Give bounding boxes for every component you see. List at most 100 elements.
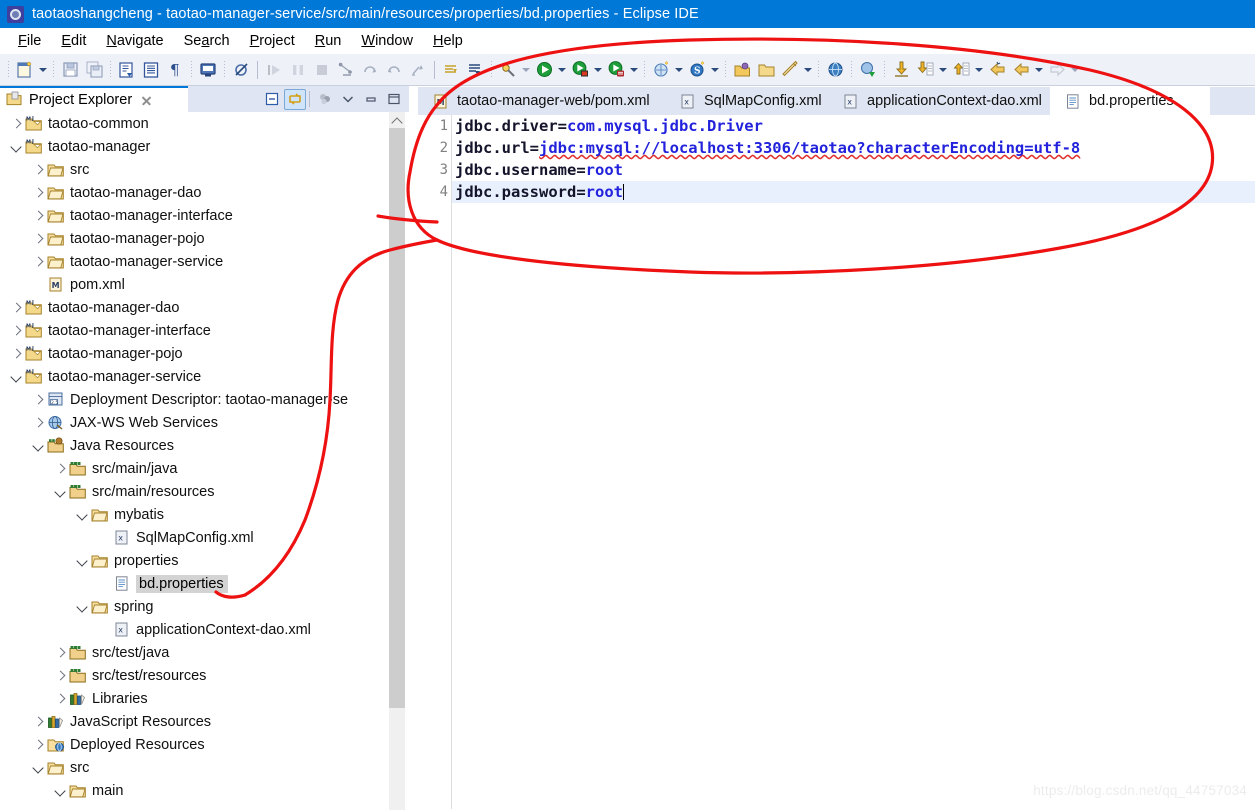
new-wizard-icon[interactable] [14, 59, 36, 81]
open-console-icon[interactable] [197, 59, 219, 81]
chevron-right-icon[interactable] [8, 112, 24, 135]
maximize-button[interactable] [383, 89, 405, 110]
import-caret[interactable] [937, 60, 948, 80]
code-line[interactable]: jdbc.password=root [452, 181, 1255, 203]
debug-icon[interactable] [533, 59, 555, 81]
chevron-right-icon[interactable] [8, 319, 24, 342]
tree-item[interactable]: src/test/resources [0, 664, 389, 687]
suspend-icon[interactable] [287, 59, 309, 81]
editor-tab[interactable]: bd.properties [1050, 87, 1210, 115]
code-line[interactable]: jdbc.username=root [452, 159, 1255, 181]
step-return-icon[interactable] [383, 59, 405, 81]
tree-item[interactable]: x applicationContext-dao.xml [0, 618, 389, 641]
tab-project-explorer[interactable]: Project Explorer [0, 86, 188, 112]
tree-item[interactable]: M Jtaotao-common [0, 112, 389, 135]
search-caret[interactable] [802, 60, 813, 80]
close-icon[interactable] [140, 94, 153, 107]
menu-window[interactable]: Window [351, 31, 423, 51]
chevron-right-icon[interactable] [30, 250, 46, 273]
chevron-right-icon[interactable] [8, 342, 24, 365]
run-as-server-icon[interactable] [605, 59, 627, 81]
next-annotation-icon[interactable] [440, 59, 462, 81]
export-caret[interactable] [973, 60, 984, 80]
tree-item[interactable]: properties [0, 549, 389, 572]
tree-item[interactable]: taotao-manager-dao [0, 181, 389, 204]
forward-caret[interactable] [1069, 60, 1080, 80]
chevron-right-icon[interactable] [52, 687, 68, 710]
chevron-right-icon[interactable] [30, 710, 46, 733]
open-resource-icon[interactable] [755, 59, 777, 81]
chevron-right-icon[interactable] [52, 641, 68, 664]
menu-help[interactable]: Help [423, 31, 473, 51]
editor-tab[interactable]: x applicationContext-dao.xml [828, 87, 1050, 115]
tree-item[interactable]: 2.5 Deployment Descriptor: taotao-manager… [0, 388, 389, 411]
menu-file[interactable]: File [8, 31, 51, 51]
save-all-icon[interactable] [83, 59, 105, 81]
tree-item[interactable]: M Jtaotao-manager-service [0, 365, 389, 388]
open-type-icon[interactable] [731, 59, 753, 81]
chevron-right-icon[interactable] [30, 411, 46, 434]
chevron-right-icon[interactable] [52, 664, 68, 687]
menu-run[interactable]: Run [305, 31, 352, 51]
tree-item[interactable]: src/main/resources [0, 480, 389, 503]
code-area[interactable]: jdbc.driver=com.mysql.jdbc.Driver jdbc.ur… [452, 115, 1255, 809]
tree-item[interactable]: x SqlMapConfig.xml [0, 526, 389, 549]
run-icon[interactable] [569, 59, 591, 81]
external-tools-icon[interactable] [497, 59, 519, 81]
open-perspective-icon[interactable] [857, 59, 879, 81]
chevron-down-icon[interactable] [8, 365, 24, 388]
new-java-project-icon[interactable] [650, 59, 672, 81]
code-line[interactable]: jdbc.url=jdbc:mysql://localhost:3306/tao… [452, 137, 1255, 159]
tree-item[interactable]: M Jtaotao-manager-dao [0, 296, 389, 319]
build-icon[interactable] [116, 59, 138, 81]
previous-annotation-icon[interactable] [464, 59, 486, 81]
chevron-down-icon[interactable] [74, 503, 90, 526]
tree-item[interactable]: src/test/java [0, 641, 389, 664]
import-icon[interactable] [890, 59, 912, 81]
chevron-down-icon[interactable] [52, 779, 68, 802]
link-with-editor-button[interactable] [284, 88, 306, 110]
tree-item[interactable]: spring [0, 595, 389, 618]
back-icon[interactable] [986, 59, 1008, 81]
back-caret[interactable] [1033, 60, 1044, 80]
chevron-down-icon[interactable] [74, 549, 90, 572]
import-with-options-icon[interactable] [914, 59, 936, 81]
tree-item[interactable]: src/main/java [0, 457, 389, 480]
chevron-down-icon[interactable] [30, 756, 46, 779]
chevron-down-icon[interactable] [52, 480, 68, 503]
step-into-icon[interactable] [335, 59, 357, 81]
new-dropdown-caret[interactable] [37, 60, 48, 80]
tree-item[interactable]: bd.properties [0, 572, 389, 595]
editor-tab[interactable]: Mtaotao-manager-web/pom.xml [418, 87, 665, 115]
scroll-thumb[interactable] [389, 128, 405, 708]
new-spring-caret[interactable] [709, 60, 720, 80]
forward-icon[interactable] [1046, 59, 1068, 81]
tree-item[interactable]: Mpom.xml [0, 273, 389, 296]
save-icon[interactable] [59, 59, 81, 81]
terminate-icon[interactable] [311, 59, 333, 81]
chevron-right-icon[interactable] [30, 388, 46, 411]
editor-tab[interactable]: x SqlMapConfig.xml [665, 87, 828, 115]
run-as-server-caret[interactable] [628, 60, 639, 80]
step-over-icon[interactable] [359, 59, 381, 81]
chevron-right-icon[interactable] [30, 204, 46, 227]
tree-item[interactable]: Deployed Resources [0, 733, 389, 756]
tree-item[interactable]: M Jtaotao-manager [0, 135, 389, 158]
open-web-browser-icon[interactable] [824, 59, 846, 81]
tree-item[interactable]: mybatis [0, 503, 389, 526]
minimize-button[interactable] [360, 89, 382, 110]
tree-item[interactable]: taotao-manager-pojo [0, 227, 389, 250]
back-history-icon[interactable] [1010, 59, 1032, 81]
chevron-right-icon[interactable] [8, 296, 24, 319]
run-caret[interactable] [592, 60, 603, 80]
tree-item[interactable]: main [0, 779, 389, 802]
show-whitespace-icon[interactable]: ¶ [164, 59, 186, 81]
chevron-down-icon[interactable] [74, 595, 90, 618]
editor-body[interactable]: 1234 jdbc.driver=com.mysql.jdbc.Driver jd… [418, 115, 1255, 809]
tree-item[interactable]: taotao-manager-interface [0, 204, 389, 227]
tree-item[interactable]: Java Resources [0, 434, 389, 457]
drop-to-frame-icon[interactable] [407, 59, 429, 81]
filters-button[interactable] [314, 89, 336, 110]
tree-item[interactable]: M Jtaotao-manager-pojo [0, 342, 389, 365]
menu-search[interactable]: Search [174, 31, 240, 51]
